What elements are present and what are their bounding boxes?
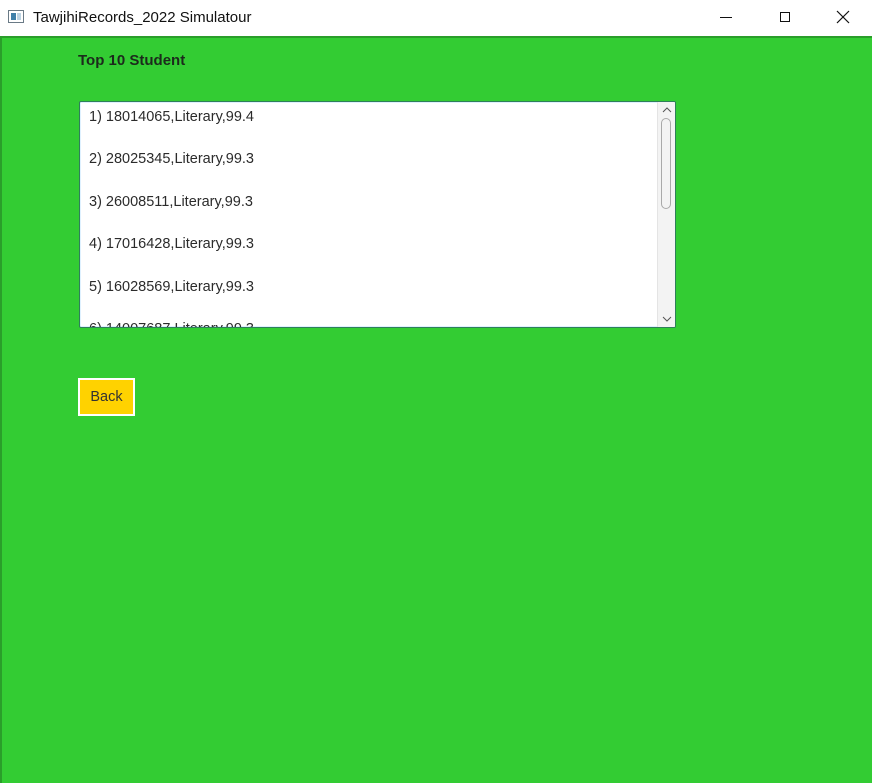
- app-icon: [8, 10, 24, 23]
- page-title: Top 10 Student: [78, 52, 186, 69]
- minimize-icon: [720, 16, 732, 18]
- chevron-down-icon: [662, 316, 671, 322]
- list-item[interactable]: 3) 26008511,Literary,99.3: [89, 192, 253, 212]
- title-bar: TawjihiRecords_2022 Simulatour: [0, 0, 872, 36]
- minimize-button[interactable]: [697, 0, 755, 34]
- list-item[interactable]: 5) 16028569,Literary,99.3: [89, 277, 254, 297]
- scroll-thumb[interactable]: [661, 118, 671, 209]
- close-icon: [836, 10, 850, 24]
- main-panel: Top 10 Student 1) 18014065,Literary,99.4…: [0, 36, 872, 783]
- back-button[interactable]: Back: [78, 378, 135, 416]
- top-students-list[interactable]: 1) 18014065,Literary,99.4 2) 28025345,Li…: [79, 101, 676, 328]
- scroll-down-button[interactable]: [658, 312, 675, 326]
- list-item[interactable]: 6) 14007687,Literary,99.3: [89, 319, 254, 327]
- scroll-up-button[interactable]: [658, 103, 675, 117]
- chevron-up-icon: [662, 107, 671, 113]
- close-button[interactable]: [814, 0, 872, 34]
- maximize-icon: [780, 12, 790, 22]
- list-item[interactable]: 4) 17016428,Literary,99.3: [89, 234, 254, 254]
- list-item[interactable]: 2) 28025345,Literary,99.3: [89, 149, 254, 169]
- list-item[interactable]: 1) 18014065,Literary,99.4: [89, 107, 254, 127]
- window-title: TawjihiRecords_2022 Simulatour: [33, 9, 252, 26]
- maximize-button[interactable]: [756, 0, 814, 34]
- vertical-scrollbar[interactable]: [657, 102, 675, 327]
